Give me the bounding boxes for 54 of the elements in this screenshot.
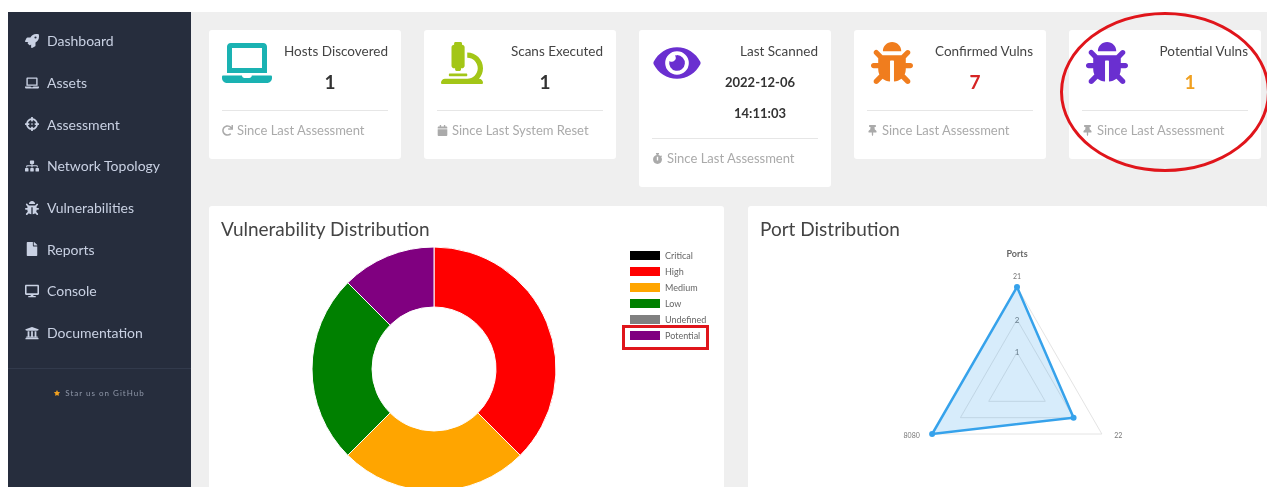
stopwatch-icon: [652, 153, 663, 165]
nav-item[interactable]: Reports: [8, 228, 191, 271]
crosshairs-icon: [25, 117, 39, 132]
pin-icon: [867, 125, 878, 137]
card-value: 1: [1184, 70, 1196, 94]
panel-title: Vulnerability Distribution: [221, 217, 431, 240]
data-point: [929, 430, 936, 437]
laptop-icon: [222, 42, 272, 84]
data-point: [1070, 414, 1077, 421]
data-point: [1014, 283, 1020, 290]
nav-item[interactable]: Assets: [8, 61, 191, 104]
chart-title: Ports: [1006, 247, 1028, 259]
tick-label: 2: [1014, 314, 1020, 325]
nav-item[interactable]: Network Topology: [8, 145, 191, 187]
legend-label: Undefined: [665, 315, 707, 324]
card-value: 1: [539, 70, 551, 94]
card-title: Hosts Discovered: [284, 42, 388, 60]
card-title: Scans Executed: [510, 42, 603, 60]
card-title: Potential Vulns: [1159, 42, 1248, 60]
network-icon: [25, 158, 39, 173]
nav-item[interactable]: Assessment: [8, 103, 191, 146]
legend-label: Critical: [665, 251, 693, 260]
monitor-icon: [25, 283, 39, 298]
star-icon: [54, 389, 61, 396]
nav-item[interactable]: Dashboard: [8, 20, 191, 62]
nav-item[interactable]: Documentation: [8, 311, 191, 354]
pin-icon: [1082, 125, 1093, 137]
card-title: Confirmed Vulns: [935, 42, 1033, 60]
file-icon: [25, 242, 39, 257]
laptop-icon: [25, 75, 39, 90]
legend-label: High: [665, 267, 684, 276]
github-link[interactable]: Star us on GitHub: [54, 386, 145, 399]
card-title: Last Scanned: [740, 42, 818, 60]
card-footer: Since Last Assessment: [237, 121, 365, 141]
legend-label: Medium: [665, 283, 698, 292]
nav-item[interactable]: Console: [8, 270, 191, 312]
tick-label: 1: [1014, 346, 1020, 357]
card-value: 14:11:03: [734, 104, 786, 122]
card-footer: Since Last System Reset: [452, 121, 589, 141]
card-value: 2022-12-06: [725, 73, 795, 91]
nav-item[interactable]: Vulnerabilities: [8, 186, 191, 229]
panel-title: Port Distribution: [760, 217, 901, 240]
building-icon: [25, 325, 39, 340]
card-value: 7: [969, 70, 981, 94]
bug-icon: [25, 200, 39, 215]
legend-label: Potential: [665, 331, 701, 340]
calendar-icon: [437, 125, 448, 137]
card-footer: Since Last Assessment: [882, 121, 1010, 141]
rocket-icon: [25, 33, 39, 48]
legend-label: Low: [665, 299, 682, 308]
card-value: 1: [324, 70, 336, 94]
card-footer: Since Last Assessment: [667, 149, 795, 169]
card-footer: Since Last Assessment: [1097, 121, 1225, 141]
refresh-icon: [222, 125, 233, 137]
